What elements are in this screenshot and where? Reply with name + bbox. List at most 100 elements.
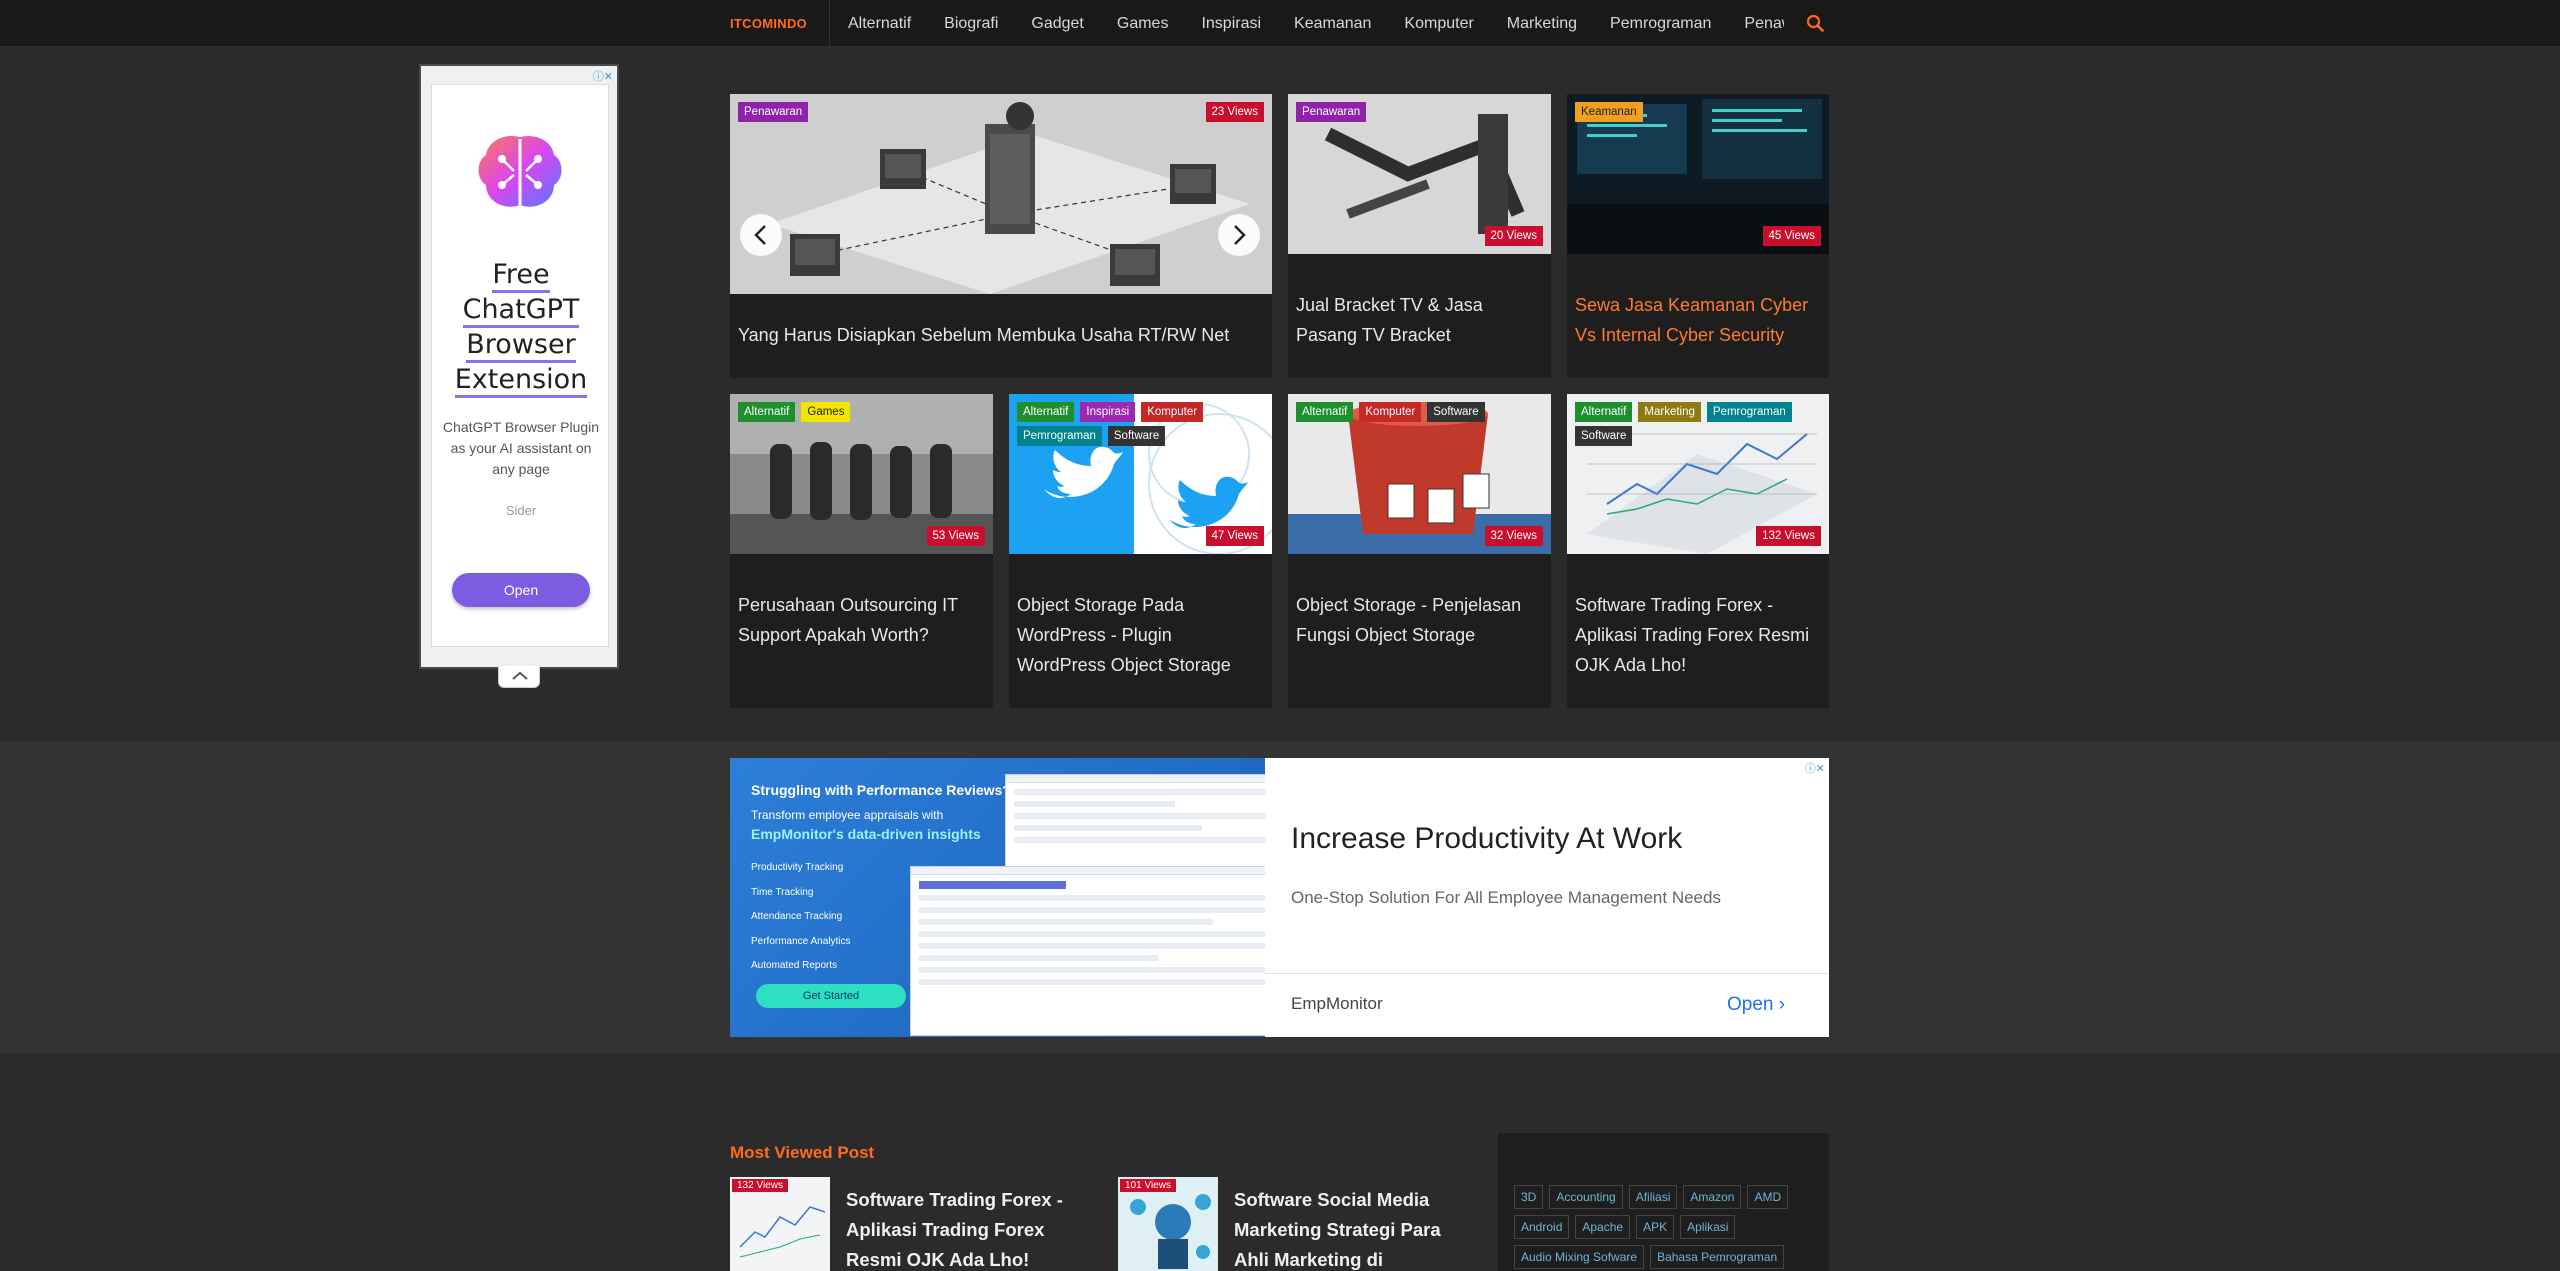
card-tag[interactable]: Inspirasi xyxy=(1080,402,1136,422)
card-tag[interactable]: Pemrograman xyxy=(1017,426,1102,446)
slider-prev-button[interactable] xyxy=(740,214,782,256)
tag-link[interactable]: Apache xyxy=(1575,1215,1631,1239)
tag-link[interactable]: Audio Mixing Sofware xyxy=(1514,1245,1645,1269)
collapse-ad-handle[interactable] xyxy=(498,666,540,688)
tag-link[interactable]: Aplikasi xyxy=(1680,1215,1736,1239)
tag-link[interactable]: Amazon xyxy=(1683,1185,1742,1209)
tag-cloud-widget: 3D Accounting Afiliasi Amazon AMD Androi… xyxy=(1498,1133,1829,1271)
nav-item-biografi[interactable]: Biografi xyxy=(944,15,998,33)
post-title[interactable]: Software Trading Forex - Aplikasi Tradin… xyxy=(846,1185,1096,1271)
tag-link[interactable]: Bahasa Pemrograman xyxy=(1650,1245,1785,1269)
card-tag[interactable]: Komputer xyxy=(1141,402,1204,422)
nav-item-inspirasi[interactable]: Inspirasi xyxy=(1201,15,1261,33)
post-title[interactable]: Software Social Media Marketing Strategi… xyxy=(1234,1185,1479,1271)
card-tag[interactable]: Alternatif xyxy=(738,402,796,422)
views-badge: 47 Views xyxy=(1205,526,1264,546)
tag-link[interactable]: APK xyxy=(1636,1215,1675,1239)
post-title[interactable]: Object Storage Pada WordPress - Plugin W… xyxy=(1017,590,1264,680)
banner-image-subtitle: Transform employee appraisals with xyxy=(751,808,944,822)
top-navbar: ITCOMINDO Alternatif Biografi Gadget Gam… xyxy=(0,0,2560,47)
ad-description: ChatGPT Browser Plugin as your AI assist… xyxy=(442,419,600,477)
views-badge: 32 Views xyxy=(1484,526,1543,546)
nav-item-gadget[interactable]: Gadget xyxy=(1031,15,1083,33)
post-card[interactable]: Alternatif Marketing Pemrograman Softwar… xyxy=(1567,394,1829,708)
tag-link[interactable]: AMD xyxy=(1747,1185,1789,1209)
card-tag[interactable]: Penawaran xyxy=(1296,102,1367,122)
ad-card: Free ChatGPT Browser Extension ChatGPT B… xyxy=(431,84,609,647)
card-tags: Alternatif Marketing Pemrograman Softwar… xyxy=(1575,402,1815,446)
ad-open-button[interactable]: Open xyxy=(452,573,590,607)
banner-image-brand: EmpMonitor's data-driven insights xyxy=(751,826,981,842)
nav-item-komputer[interactable]: Komputer xyxy=(1404,15,1473,33)
tag-cloud: 3D Accounting Afiliasi Amazon AMD Androi… xyxy=(1514,1185,1814,1269)
featured-slider[interactable]: Penawaran 23 Views Yang Harus Disiapkan … xyxy=(730,94,1272,378)
ad-headline-line: Free xyxy=(492,259,550,293)
most-viewed-post[interactable]: 101 Views Software Social Media Marketin… xyxy=(1118,1177,1498,1271)
post-title[interactable]: Sewa Jasa Keamanan Cyber Vs Internal Cyb… xyxy=(1575,290,1821,350)
feature-item: Automated Reports xyxy=(751,960,838,971)
nav-item-games[interactable]: Games xyxy=(1117,15,1169,33)
banner-image-title: Struggling with Performance Reviews? xyxy=(751,782,1011,798)
chevron-up-icon xyxy=(512,671,528,680)
card-tag[interactable]: Software xyxy=(1575,426,1633,446)
post-card[interactable]: Penawaran 20 Views Jual Bracket TV & Jas… xyxy=(1288,94,1551,378)
get-started-button[interactable]: Get Started xyxy=(756,984,906,1008)
featured-title[interactable]: Yang Harus Disiapkan Sebelum Membuka Usa… xyxy=(738,320,1264,350)
most-viewed-post[interactable]: 132 Views Software Trading Forex - Aplik… xyxy=(730,1177,1110,1271)
views-badge: 101 Views xyxy=(1120,1179,1176,1192)
nav-item-keamanan[interactable]: Keamanan xyxy=(1294,15,1371,33)
chevron-right-icon xyxy=(1234,225,1246,245)
views-badge: 23 Views xyxy=(1205,102,1264,122)
views-badge: 53 Views xyxy=(926,526,985,546)
post-card[interactable]: Alternatif Games 53 Views Perusahaan Out… xyxy=(730,394,993,708)
banner-headline[interactable]: Increase Productivity At Work xyxy=(1291,822,1682,856)
chevron-left-icon xyxy=(754,225,766,245)
tag-penawaran[interactable]: Penawaran xyxy=(738,102,809,122)
post-title[interactable]: Software Trading Forex - Aplikasi Tradin… xyxy=(1575,590,1821,680)
feature-item: Productivity Tracking xyxy=(751,862,844,873)
post-card[interactable]: Keamanan 45 Views Sewa Jasa Keamanan Cyb… xyxy=(1567,94,1829,378)
nav-item-marketing[interactable]: Marketing xyxy=(1507,15,1577,33)
feature-item: Attendance Tracking xyxy=(751,911,843,922)
tag-link[interactable]: Accounting xyxy=(1549,1185,1623,1209)
card-tag[interactable]: Pemrograman xyxy=(1706,402,1792,422)
nav-item-pemrograman[interactable]: Pemrograman xyxy=(1610,15,1711,33)
tag-link[interactable]: Afiliasi xyxy=(1628,1185,1678,1209)
ad-choices-icon[interactable]: ⓘ✕ xyxy=(1805,760,1825,776)
side-advertisement[interactable]: ⓘ✕ Free ChatGPT Browser Extension ChatGP… xyxy=(419,64,619,669)
banner-advertisement[interactable]: Struggling with Performance Reviews? Tra… xyxy=(730,758,1829,1037)
tag-link[interactable]: Android xyxy=(1514,1215,1570,1239)
ad-headline-line: Extension xyxy=(454,364,588,398)
card-tags: Alternatif Games xyxy=(738,402,978,422)
views-badge: 132 Views xyxy=(1756,526,1821,546)
open-label: Open xyxy=(1727,994,1774,1015)
card-tags: Alternatif Inspirasi Komputer Pemrograma… xyxy=(1017,402,1257,446)
banner-open-button[interactable]: Open › xyxy=(1727,994,1785,1016)
card-tag[interactable]: Alternatif xyxy=(1017,402,1075,422)
post-title[interactable]: Jual Bracket TV & Jasa Pasang TV Bracket xyxy=(1296,290,1543,350)
banner-ad-image: Struggling with Performance Reviews? Tra… xyxy=(730,758,1265,1037)
ad-choices-icon[interactable]: ⓘ✕ xyxy=(593,68,613,84)
card-tag[interactable]: Games xyxy=(801,402,851,422)
tag-link[interactable]: 3D xyxy=(1514,1185,1544,1209)
search-icon[interactable] xyxy=(1806,14,1824,32)
ad-sponsor: Sider xyxy=(505,503,537,518)
ad-headline: Free ChatGPT Browser Extension xyxy=(440,257,602,398)
post-card[interactable]: Alternatif Komputer Software 32 Views Ob… xyxy=(1288,394,1551,708)
ad-headline-line: Browser xyxy=(466,329,576,363)
card-tag[interactable]: Alternatif xyxy=(1575,402,1633,422)
slider-next-button[interactable] xyxy=(1218,214,1260,256)
post-title[interactable]: Object Storage - Penjelasan Fungsi Objec… xyxy=(1296,590,1543,650)
card-tag[interactable]: Software xyxy=(1427,402,1485,422)
post-title[interactable]: Perusahaan Outsourcing IT Support Apakah… xyxy=(738,590,985,650)
nav-item-penawaran[interactable]: Penaw xyxy=(1744,15,1784,33)
card-tag[interactable]: Marketing xyxy=(1638,402,1701,422)
card-tag[interactable]: Komputer xyxy=(1359,402,1422,422)
card-tag[interactable]: Alternatif xyxy=(1296,402,1354,422)
card-tag[interactable]: Software xyxy=(1107,426,1166,446)
card-tag[interactable]: Keamanan xyxy=(1575,102,1643,122)
site-logo[interactable]: ITCOMINDO xyxy=(730,16,807,31)
nav-item-alternatif[interactable]: Alternatif xyxy=(848,15,911,33)
featured-image xyxy=(730,94,1272,294)
post-card[interactable]: Alternatif Inspirasi Komputer Pemrograma… xyxy=(1009,394,1272,708)
